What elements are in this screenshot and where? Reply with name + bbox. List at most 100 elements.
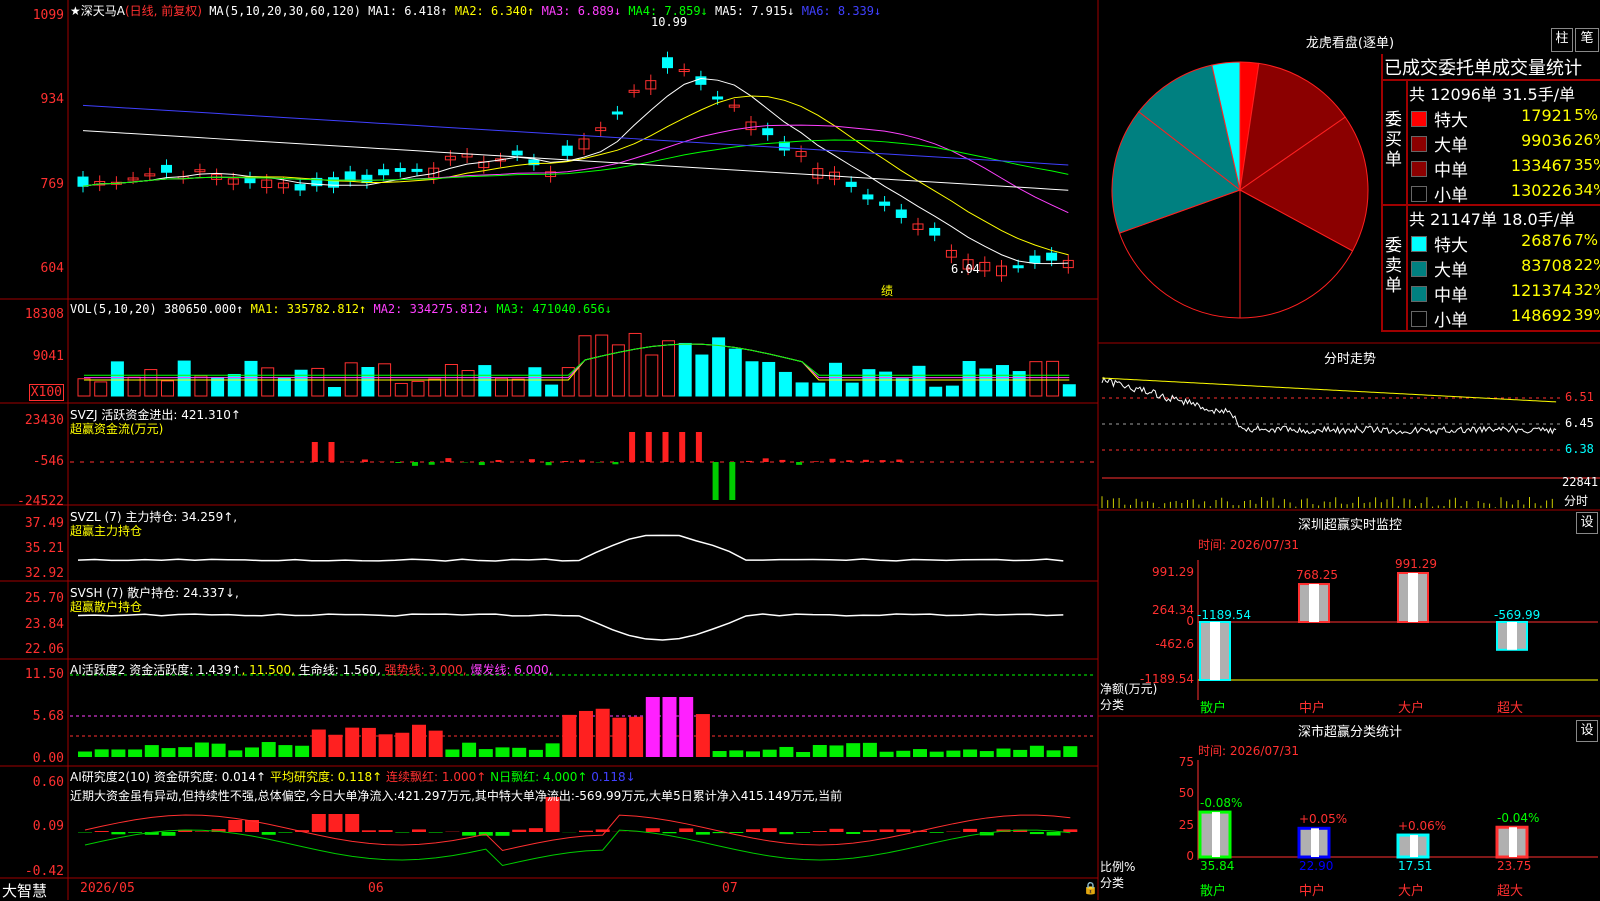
candle-body bbox=[779, 142, 789, 150]
vol-ytick-2: 9041 bbox=[33, 349, 64, 364]
stat-swatch bbox=[1411, 311, 1427, 327]
research-bar bbox=[111, 832, 125, 834]
bar-view-button[interactable]: 柱 bbox=[1551, 28, 1573, 52]
volume-bar bbox=[278, 378, 290, 396]
classify-ytick: 0 bbox=[1130, 849, 1194, 863]
classify-category: 散户 bbox=[1200, 880, 1226, 899]
ai-active-v2: , 11.500, bbox=[241, 663, 294, 677]
research-bar bbox=[195, 831, 209, 832]
lock-icon[interactable]: 🔒 bbox=[1083, 881, 1098, 895]
classify-time: 时间: 2026/07/31 bbox=[1198, 742, 1299, 759]
classify-value-label: 22.90 bbox=[1299, 859, 1333, 873]
monitor-bar-highlight bbox=[1210, 622, 1220, 680]
stock-name[interactable]: ★深天马A bbox=[70, 4, 125, 18]
activity-bar bbox=[880, 752, 894, 757]
line-view-button[interactable]: 笔 bbox=[1575, 28, 1599, 52]
classify-ytick: 25 bbox=[1130, 818, 1194, 832]
activity-bar bbox=[863, 743, 877, 757]
svzj-bar bbox=[830, 459, 836, 462]
ai-active-title: AI活跃度2 资金活跃度: 1.439↑ bbox=[70, 663, 241, 677]
ai-research-v4: N日飘红: 4.000↑ bbox=[490, 770, 587, 784]
activity-bar bbox=[412, 725, 426, 757]
activity-bar bbox=[128, 749, 142, 757]
activity-bar bbox=[1030, 746, 1044, 757]
chart-canvas[interactable] bbox=[0, 0, 1600, 900]
activity-bar bbox=[496, 747, 510, 757]
svzj-bar bbox=[329, 442, 335, 462]
activity-bar bbox=[479, 749, 493, 757]
activity-bar bbox=[312, 730, 326, 757]
svzl-subtitle: 超赢主力持仓 bbox=[70, 522, 142, 539]
activity-bar bbox=[946, 751, 960, 757]
research-bar bbox=[345, 814, 359, 832]
activity-bar bbox=[262, 742, 276, 757]
activity-bar bbox=[529, 750, 543, 757]
intraday-price-line bbox=[1102, 378, 1556, 434]
stat-name: 中单 bbox=[1434, 281, 1468, 306]
volume-bar bbox=[946, 386, 958, 396]
activity-bar bbox=[830, 745, 844, 757]
activity-bar bbox=[729, 750, 743, 757]
svzj-bar bbox=[729, 462, 735, 500]
stat-name: 特大 bbox=[1434, 106, 1468, 131]
candle-body bbox=[763, 129, 773, 135]
candle-body bbox=[295, 185, 305, 190]
svzj-bar bbox=[496, 460, 502, 462]
classify-delta-label: +0.05% bbox=[1299, 812, 1347, 826]
classify-category: 大户 bbox=[1398, 880, 1424, 899]
research-bar bbox=[362, 830, 376, 832]
ai-active-v5: 爆发线: 6.000, bbox=[470, 663, 552, 677]
candle-body bbox=[713, 97, 723, 99]
ai-active-v3: 生命线: 1.560, bbox=[299, 663, 381, 677]
candle-body bbox=[379, 170, 389, 175]
volume-bar bbox=[746, 362, 758, 396]
activity-bar bbox=[663, 697, 677, 757]
candle-body bbox=[329, 178, 339, 187]
vol-ma3: MA3: 471040.656↓ bbox=[496, 302, 612, 316]
classify-category: 超大 bbox=[1497, 880, 1523, 899]
svzj-bar bbox=[546, 462, 552, 465]
monitor-category: 中户 bbox=[1299, 697, 1325, 716]
research-bar bbox=[963, 829, 977, 832]
activity-bar bbox=[679, 697, 693, 757]
candle-body bbox=[1030, 256, 1040, 263]
ma-line-30 bbox=[83, 140, 1068, 186]
intraday-price-3: 6.38 bbox=[1565, 442, 1594, 456]
classify-value-label: 35.84 bbox=[1200, 859, 1234, 873]
classify-settings-button[interactable]: 设 bbox=[1576, 720, 1598, 742]
ai-active-header: AI活跃度2 资金活跃度: 1.439↑, 11.500, 生命线: 1.560… bbox=[70, 661, 552, 678]
svzj-ytick-2: -546 bbox=[33, 454, 64, 469]
ma6-value: MA6: 8.339↓ bbox=[802, 4, 881, 18]
svzj-bar bbox=[679, 432, 685, 462]
monitor-title: 深圳超赢实时监控 bbox=[1240, 514, 1460, 533]
svzj-subtitle: 超赢资金流(万元) bbox=[70, 420, 163, 437]
stat-swatch bbox=[1411, 236, 1427, 252]
monitor-settings-button[interactable]: 设 bbox=[1576, 512, 1598, 534]
brand-logo[interactable]: 大智慧 bbox=[2, 880, 47, 901]
volume-bar bbox=[111, 362, 123, 396]
volume-bar bbox=[997, 366, 1009, 396]
research-bar bbox=[696, 832, 710, 835]
ma5-value: MA5: 7.915↓ bbox=[715, 4, 794, 18]
volume-bar bbox=[195, 376, 207, 396]
ma-line-20 bbox=[83, 125, 1068, 213]
svzj-bar bbox=[813, 461, 819, 462]
activity-bar bbox=[997, 749, 1011, 757]
volume-bar bbox=[663, 341, 675, 396]
mode-label[interactable]: (日线, 前复权) bbox=[125, 4, 202, 18]
ai-research-v5: 0.118↓ bbox=[591, 770, 635, 784]
stat-pct: 5% bbox=[1574, 106, 1598, 124]
svzl-ytick-1: 37.49 bbox=[25, 516, 64, 531]
monitor-category: 超大 bbox=[1497, 697, 1523, 716]
activity-bar bbox=[696, 714, 710, 757]
earnings-marker[interactable]: 绩 bbox=[881, 282, 893, 299]
intraday-title: 分时走势 bbox=[1240, 348, 1460, 367]
research-bar bbox=[412, 829, 426, 832]
classify-value-label: 17.51 bbox=[1398, 859, 1432, 873]
research-bar bbox=[863, 830, 877, 832]
candle-body bbox=[162, 165, 172, 172]
classify-delta-label: -0.04% bbox=[1497, 811, 1539, 825]
buy-header: 共 12096单 31.5手/单 bbox=[1409, 81, 1575, 105]
stat-pct: 34% bbox=[1574, 181, 1598, 199]
volume-bar bbox=[345, 363, 357, 396]
